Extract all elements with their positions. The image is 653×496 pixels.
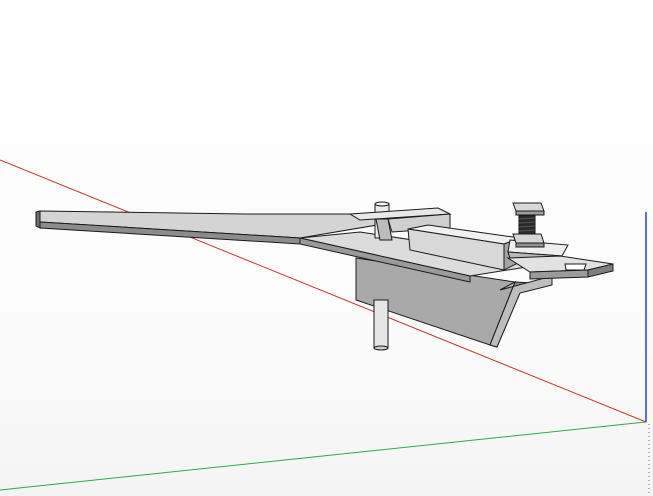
lever-arm-end	[35, 210, 41, 229]
lower-pin-end	[373, 345, 389, 351]
bolt-nut-side	[515, 242, 545, 248]
red-axis	[0, 159, 647, 423]
lower-pin	[373, 299, 389, 349]
slot-notch	[564, 263, 587, 271]
bolt-head-side	[515, 210, 545, 216]
green-axis	[0, 421, 647, 491]
3d-scene[interactable]	[0, 0, 653, 496]
modeling-viewport[interactable]	[0, 0, 653, 496]
bolt-nut	[512, 233, 545, 244]
upper-pin-top	[374, 201, 390, 207]
bolt-head	[512, 202, 545, 212]
flat-bar-front	[529, 269, 589, 280]
